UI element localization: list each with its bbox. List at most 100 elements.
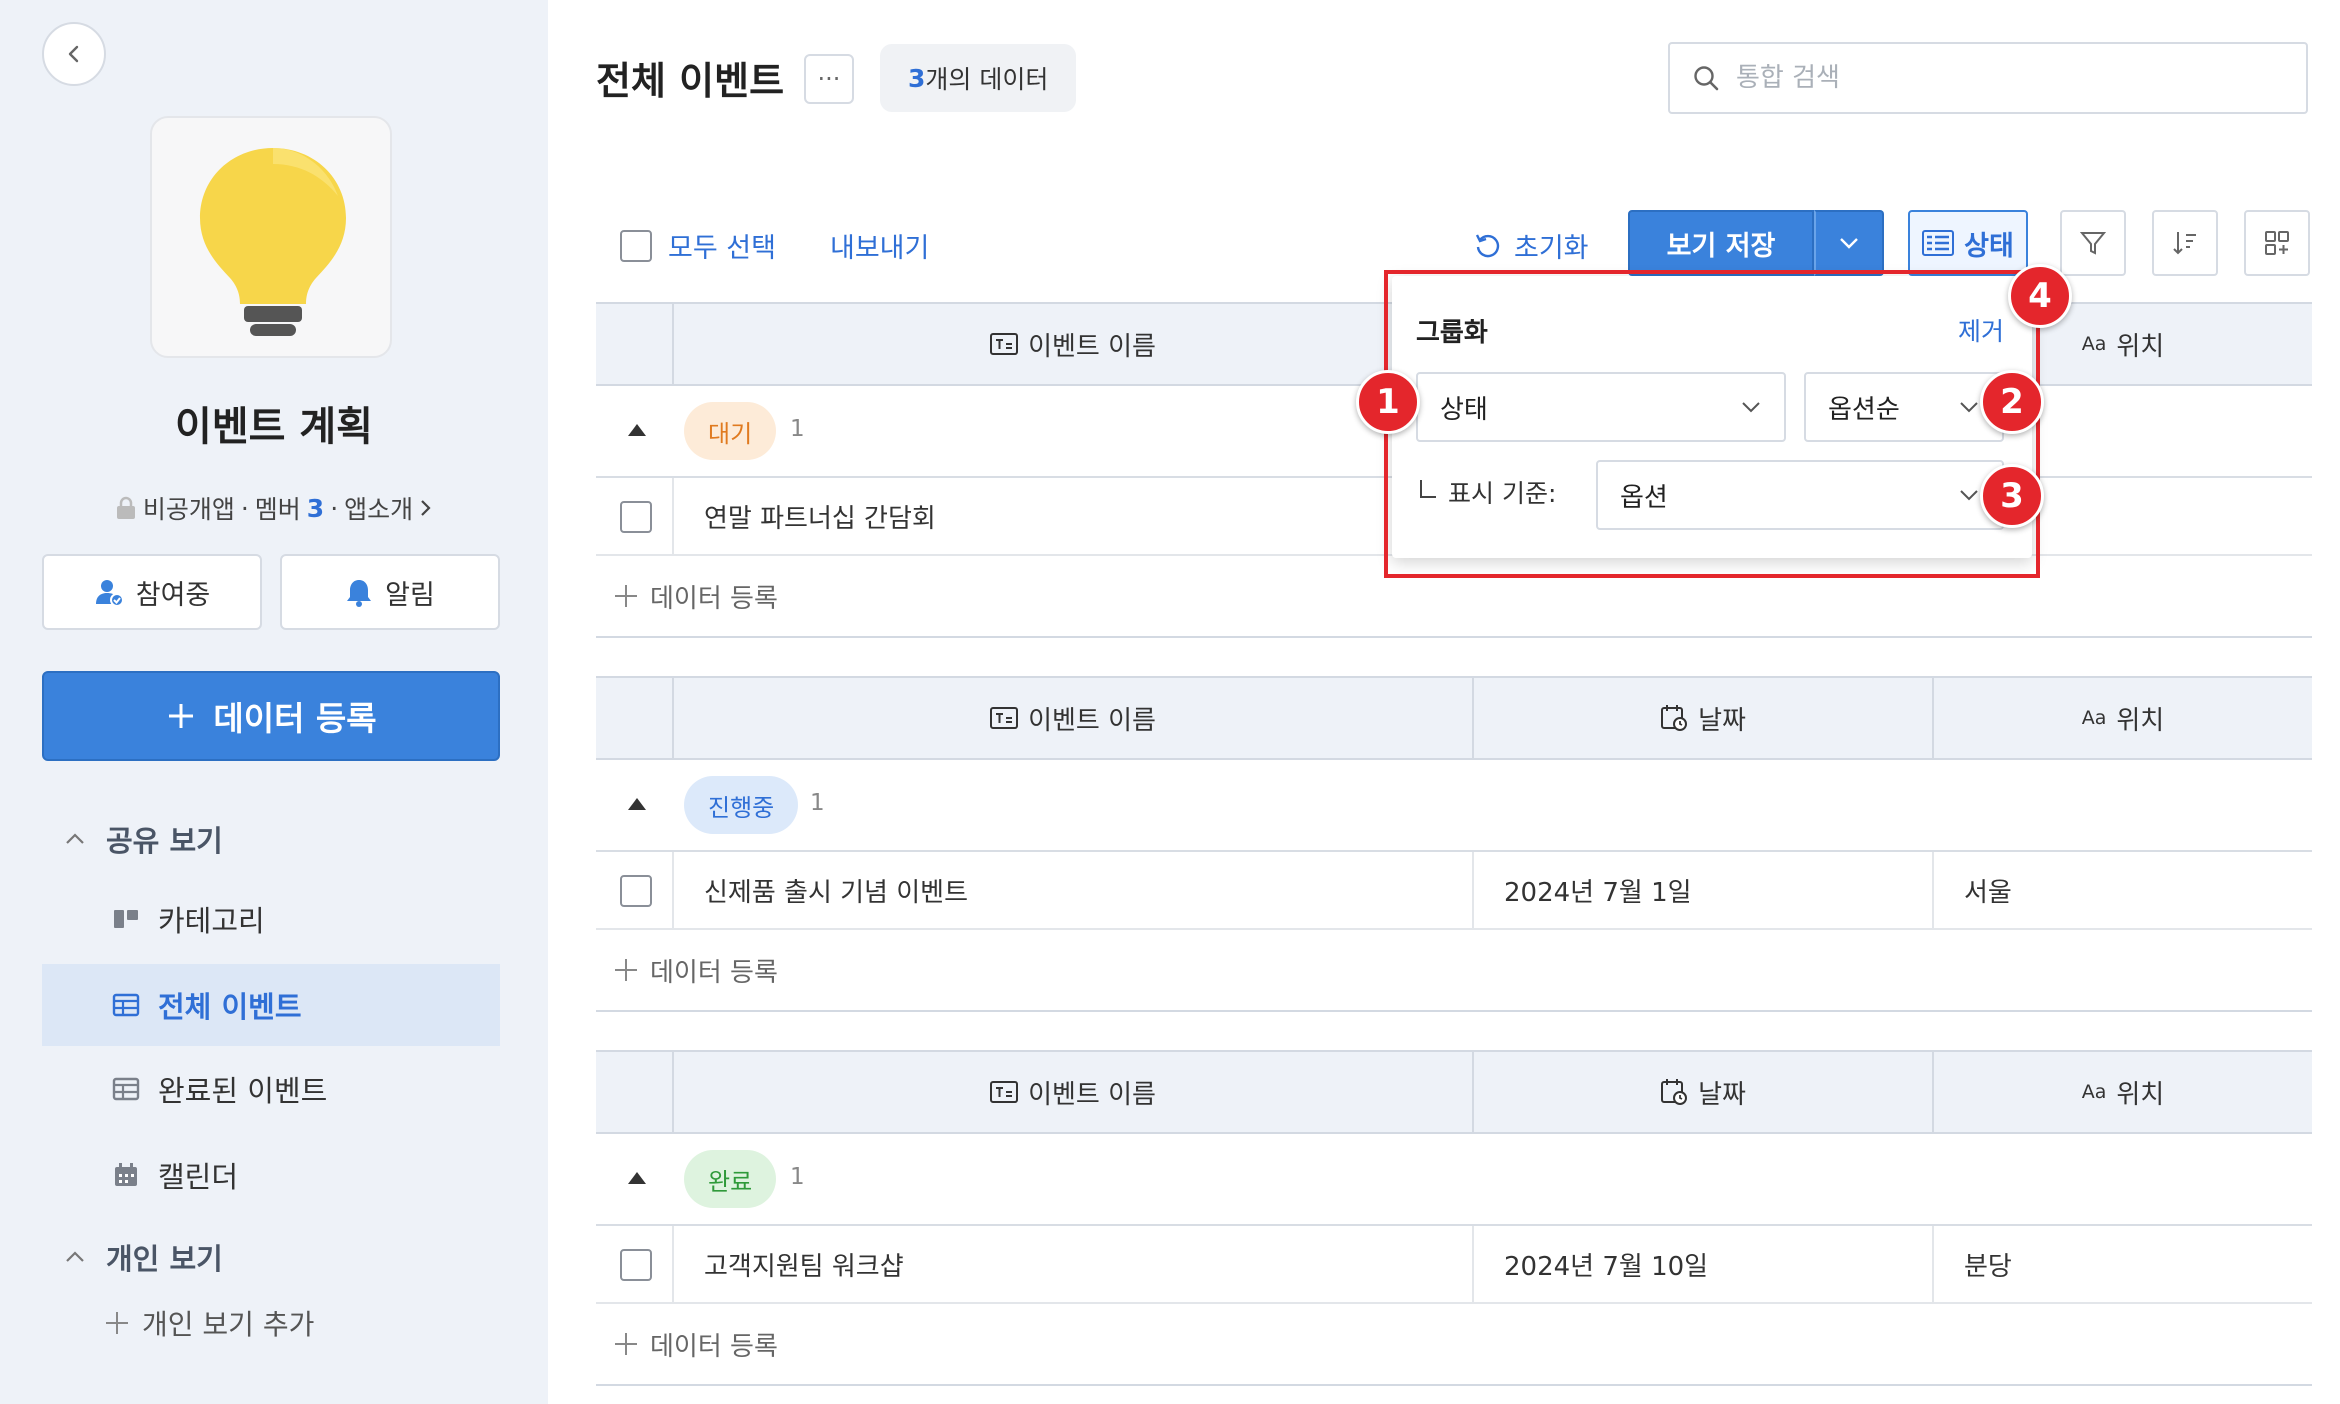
table-header: 이벤트 이름 날짜 Aa 위치 [596, 676, 2312, 760]
cell-date[interactable]: 2024년 7월 10일 [1472, 1226, 1932, 1302]
cell-location[interactable]: 분당 [1932, 1226, 2312, 1302]
group-count: 1 [790, 416, 805, 442]
column-label: 이벤트 이름 [1028, 705, 1156, 736]
app-icon [150, 116, 392, 358]
layout-button[interactable] [2244, 210, 2310, 276]
sort-icon [2173, 232, 2196, 255]
column-date[interactable]: 날짜 [1472, 1052, 1932, 1132]
add-data-label: 데이터 등록 [650, 1331, 778, 1362]
filter-icon [2079, 232, 2107, 255]
personal-views-section[interactable]: 개인 보기 [64, 1236, 223, 1278]
more-options-button[interactable]: ··· [804, 54, 854, 104]
group-by-status-button[interactable]: 상태 [1908, 210, 2028, 276]
chevron-up-icon [66, 833, 84, 844]
nav-item-category[interactable]: 카테고리 [42, 878, 500, 960]
join-label: 참여중 [135, 579, 211, 611]
select-all[interactable]: 모두 선택 [620, 226, 776, 265]
reset-label: 초기화 [1514, 233, 1589, 264]
cell-event-name[interactable]: 고객지원팀 워크샵 [672, 1226, 1472, 1302]
member-count[interactable]: 3 [307, 494, 324, 523]
group-completed: 이벤트 이름 날짜 Aa 위치 완료 1 고객지원팀 워크샵 2024년 7월 … [596, 1050, 2312, 1388]
nav-item-completed-events[interactable]: 완료된 이벤트 [42, 1048, 500, 1130]
column-location[interactable]: Aa 위치 [1932, 678, 2312, 758]
register-data-button[interactable]: 데이터 등록 [42, 671, 500, 761]
nav-item-all-events[interactable]: 전체 이벤트 [42, 964, 500, 1046]
group-row: 진행중 1 [596, 760, 2312, 852]
annotation-marker-2: 2 [1980, 370, 2044, 434]
add-data-row[interactable]: 데이터 등록 [596, 930, 2312, 1012]
select-all-label[interactable]: 모두 선택 [668, 226, 776, 265]
row-checkbox[interactable] [620, 501, 652, 533]
ellipsis-icon: ··· [817, 65, 841, 93]
separator-dot: · [240, 493, 249, 523]
column-location[interactable]: Aa 위치 [1932, 1052, 2312, 1132]
shared-views-section[interactable]: 공유 보기 [64, 818, 223, 860]
alert-label: 알림 [385, 579, 435, 611]
search-box[interactable] [1668, 42, 2308, 114]
annotation-marker-1: 1 [1356, 370, 1420, 434]
table-row[interactable]: 고객지원팀 워크샵 2024년 7월 10일 분당 [596, 1226, 2312, 1304]
refresh-icon [1475, 233, 1500, 257]
board-icon [114, 910, 138, 928]
plus-icon [169, 704, 194, 728]
cell-date[interactable]: 2024년 7월 1일 [1472, 852, 1932, 928]
member-label: 멤버 [254, 495, 301, 524]
text-field-icon [990, 1081, 1019, 1103]
cell-location[interactable]: 서울 [1932, 852, 2312, 928]
annotation-marker-4: 4 [2008, 264, 2072, 328]
row-checkbox[interactable] [620, 1249, 652, 1281]
grid-icon [2265, 231, 2289, 255]
status-label: 상태 [1964, 230, 2014, 262]
plus-icon [106, 1312, 128, 1334]
page-title: 전체 이벤트 [596, 59, 785, 103]
grouping-icon [1922, 230, 1955, 256]
back-button[interactable] [42, 22, 106, 86]
nav-item-label: 전체 이벤트 [158, 990, 302, 1024]
add-data-row[interactable]: 데이터 등록 [596, 1304, 2312, 1386]
bell-icon [347, 580, 372, 607]
cell-event-name[interactable]: 신제품 출시 기념 이벤트 [672, 852, 1472, 928]
group-row: 완료 1 [596, 1134, 2312, 1226]
sort-button[interactable] [2152, 210, 2218, 276]
column-event-name[interactable]: 이벤트 이름 [672, 304, 1472, 384]
group-count: 1 [790, 1164, 805, 1190]
text-type-icon: Aa [2081, 333, 2107, 355]
visibility-text: 비공개앱 [142, 495, 235, 524]
save-view-button[interactable]: 보기 저장 [1628, 210, 1814, 276]
nav-item-calendar[interactable]: 캘린더 [42, 1134, 500, 1216]
column-label: 날짜 [1698, 1079, 1746, 1110]
filter-button[interactable] [2060, 210, 2126, 276]
data-count-suffix: 개의 데이터 [925, 65, 1049, 94]
row-checkbox[interactable] [620, 875, 652, 907]
alert-button[interactable]: 알림 [280, 554, 500, 630]
group-count: 1 [810, 790, 825, 816]
save-view-dropdown[interactable] [1814, 210, 1884, 276]
app-intro-link[interactable]: 앱소개 [344, 490, 413, 526]
reset-button[interactable]: 초기화 [1474, 226, 1589, 265]
nav-item-label: 카테고리 [158, 904, 265, 938]
column-event-name[interactable]: 이벤트 이름 [672, 678, 1472, 758]
select-all-checkbox[interactable] [620, 229, 652, 262]
plus-icon [615, 959, 637, 981]
collapse-triangle-icon[interactable] [628, 798, 646, 810]
status-tag: 완료 [684, 1150, 777, 1208]
data-count-badge: 3 개의 데이터 [880, 44, 1077, 112]
collapse-triangle-icon[interactable] [628, 1172, 646, 1184]
user-check-icon [95, 580, 124, 607]
shared-views-label: 공유 보기 [106, 824, 223, 858]
chevron-down-icon [1840, 238, 1858, 249]
column-date[interactable]: 날짜 [1472, 678, 1932, 758]
group-in-progress: 이벤트 이름 날짜 Aa 위치 진행중 1 신제품 출시 기념 이벤트 2024… [596, 676, 2312, 1014]
search-input[interactable] [1736, 63, 2276, 93]
data-count-number: 3 [908, 63, 926, 93]
personal-views-label: 개인 보기 [106, 1242, 223, 1276]
table-row[interactable]: 신제품 출시 기념 이벤트 2024년 7월 1일 서울 [596, 852, 2312, 930]
collapse-triangle-icon[interactable] [628, 424, 646, 436]
nav-item-label: 캘린더 [158, 1160, 239, 1194]
join-button[interactable]: 참여중 [42, 554, 262, 630]
export-link[interactable]: 내보내기 [830, 226, 929, 265]
nav-item-label: 완료된 이벤트 [158, 1074, 328, 1108]
column-event-name[interactable]: 이벤트 이름 [672, 1052, 1472, 1132]
add-personal-view-button[interactable]: 개인 보기 추가 [42, 1282, 500, 1364]
cell-event-name[interactable]: 연말 파트너십 간담회 [672, 478, 1472, 554]
